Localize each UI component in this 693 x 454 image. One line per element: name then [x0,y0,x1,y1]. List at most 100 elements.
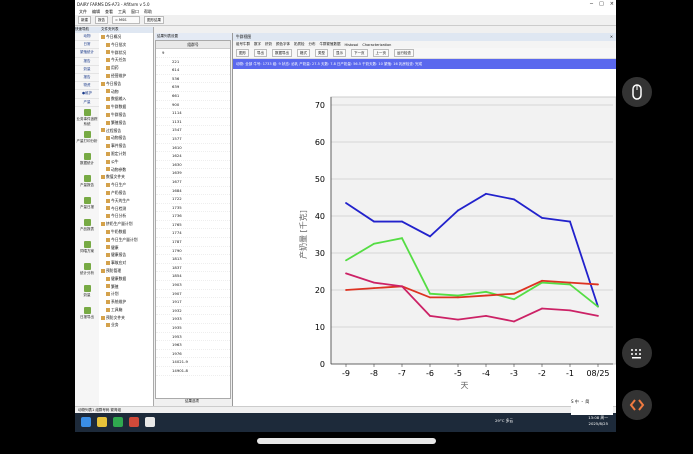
new-button[interactable]: 新建 [78,16,91,24]
tree-item[interactable]: 预防文件夹 [99,314,153,322]
afifarm-icon[interactable] [145,417,155,427]
tree-item[interactable]: 产奶报告 [99,189,153,197]
leftnav-big-item[interactable]: 产量报告 [75,173,99,195]
report-button[interactable]: 报告 [95,16,108,24]
chart-tool-button[interactable]: 格式 [297,49,310,57]
group-list-item[interactable]: 1790 [156,247,230,256]
tree-item[interactable]: 今日生产 [99,181,153,189]
tree-item[interactable]: 公牛 [99,158,153,166]
chart-tool-button[interactable]: 运行检查 [394,49,414,57]
chart-tool-button[interactable]: 数据导出 [272,49,292,57]
group-list-item[interactable]: 1677 [156,178,230,187]
leftnav-big-item[interactable]: 统计分析 [75,261,99,283]
tree-item[interactable]: 系统维护 [99,298,153,306]
ime-toolbar[interactable]: S 中 ・ 简 [571,399,613,415]
close-button[interactable]: × [610,1,614,7]
group-list-item[interactable]: 1953 [156,333,230,342]
chart-tab[interactable]: 颜色字体 [276,42,290,47]
chart-tool-button[interactable]: 显示 [333,49,346,57]
group-list-item[interactable]: 536 [156,75,230,84]
group-list-item[interactable]: 1765 [156,221,230,230]
group-list-item[interactable]: 1933 [156,315,230,324]
tree-item[interactable]: 数据输入 [99,95,153,103]
leftnav-item[interactable]: 报告 [75,74,99,83]
leftnav-big-item[interactable]: 业务事件追踪系统 [75,107,99,129]
group-list-item[interactable]: 900 [156,101,230,110]
tree-item[interactable]: 业务 [99,321,153,329]
group-list-item[interactable]: 1976 [156,350,230,359]
leftnav-item[interactable]: ●维护 [75,90,99,99]
group-list-item[interactable]: 221 [156,58,230,67]
tree-item[interactable]: 健康 [99,244,153,252]
tree-item[interactable]: 今天任务 [99,56,153,64]
leftnav-item[interactable]: 报告 [75,58,99,66]
tree-item[interactable]: 事故应对 [99,259,153,267]
chart-tab[interactable]: 组号牛群 [236,42,250,47]
chart-tool-button[interactable]: 图形 [236,49,249,57]
tree-item[interactable]: 今日生产量计划 [99,236,153,244]
group-list-item[interactable]: 14901-8 [156,367,230,376]
chart-tab[interactable]: 奶质检 [294,42,305,47]
tree-item[interactable]: 今日检测 [99,205,153,213]
tree-item[interactable]: 健康报告 [99,251,153,259]
menu-file[interactable]: 文件 [79,9,87,15]
tree-item[interactable]: 经营维护 [99,72,153,80]
group-parent[interactable]: 9 [156,49,230,58]
collapse-button[interactable] [622,390,652,420]
leftnav-big-item[interactable]: 饲喂方案 [75,239,99,261]
group-list-item[interactable]: 1624 [156,152,230,161]
group-list-item[interactable]: 1963 [156,341,230,350]
chart-tool-button[interactable]: 上一页 [372,49,389,57]
keyboard-button[interactable] [622,338,652,368]
tree-item[interactable]: 工具箱 [99,306,153,314]
tree-item[interactable]: 今日批次 [99,41,153,49]
home-indicator[interactable] [257,438,436,444]
group-list-item[interactable]: 1935 [156,324,230,333]
group-list-item[interactable]: 1114 [156,109,230,118]
leftnav-item[interactable]: 动物 [75,33,99,42]
menu-help[interactable]: 帮助 [144,9,152,15]
start-icon[interactable] [81,417,91,427]
tree-item[interactable]: 牛群状况 [99,49,153,57]
chart-tab[interactable]: 挤奶 [265,42,272,47]
menu-view[interactable]: 查看 [105,9,113,15]
leftnav-big-item[interactable]: 日报导出 [75,305,99,327]
tree-item[interactable]: 用药 [99,64,153,72]
tree-item[interactable]: 预防管理 [99,267,153,275]
tree-item[interactable]: 计划 [99,290,153,298]
group-list-item[interactable]: 1854 [156,272,230,282]
tree-item[interactable]: 牛奶数据 [99,228,153,236]
tree-item[interactable]: 今日分析 [99,212,153,220]
leftnav-big-item[interactable]: 数据统计 [75,151,99,173]
chart-tab[interactable]: 牛群繁殖数据 [320,42,341,47]
group-list-item[interactable]: 614 [156,66,230,75]
minimize-button[interactable]: ─ [590,1,593,7]
group-list-item[interactable]: 1813 [156,255,230,264]
tree-item[interactable]: 数值文件夹 [99,173,153,181]
maximize-button[interactable]: □ [599,1,604,7]
tree-item[interactable]: 过程报告 [99,127,153,135]
mouse-mode-button[interactable] [622,77,652,107]
group-list-item[interactable]: 1736 [156,212,230,221]
tree-item[interactable]: 动物 [99,88,153,96]
tree-item[interactable]: 繁殖 [99,283,153,291]
tree-item[interactable]: 动物报告 [99,134,153,142]
leftnav-big-item[interactable]: 产量打印分析 [75,129,99,151]
tree-item[interactable]: 挤奶生产量计划 [99,220,153,228]
group-list-item[interactable]: 1837 [156,264,230,273]
leftnav-item[interactable]: 物资 [75,82,99,91]
leftnav-item[interactable]: 繁殖统计 [75,49,99,58]
tree-item[interactable]: 今日概况 [99,33,153,41]
leftnav-item[interactable]: 奶量 [75,66,99,74]
group-list-item[interactable]: 1907 [156,290,230,299]
leftnav-big-item[interactable]: 产品报表 [75,217,99,239]
chart-tool-button[interactable]: 下一页 [351,49,368,57]
tree-item[interactable]: 限定计划 [99,150,153,158]
explorer-icon[interactable] [97,417,107,427]
group-list-item[interactable]: 1630 [156,161,230,170]
chart-tool-button[interactable]: 导出 [254,49,267,57]
leftnav-item[interactable]: 产量 [75,99,99,107]
group-list-item[interactable]: 1774 [156,229,230,239]
chart-tab[interactable]: Histosol [345,43,359,47]
tree-item[interactable]: 动物参数 [99,166,153,174]
